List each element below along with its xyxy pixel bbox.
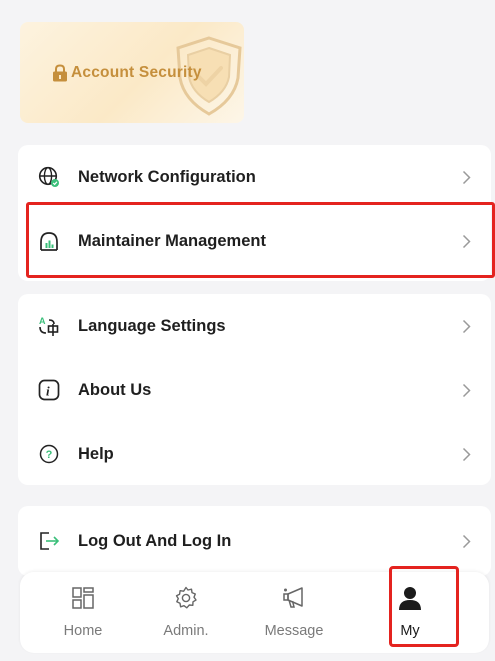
tab-admin[interactable]: Admin. xyxy=(141,572,231,653)
menu-item-about-us[interactable]: i About Us xyxy=(18,358,491,422)
menu-item-label: Log Out And Log In xyxy=(78,531,232,550)
chevron-right-icon xyxy=(462,534,471,549)
menu-item-label: Help xyxy=(78,444,114,463)
account-security-label: Account Security xyxy=(52,64,202,82)
menu-item-label: Language Settings xyxy=(78,316,226,335)
menu-item-log-out-and-log-in[interactable]: Log Out And Log In xyxy=(18,509,491,573)
maintainer-highlight-box xyxy=(26,202,495,278)
menu-item-help[interactable]: ? Help xyxy=(18,422,491,486)
language-icon: A xyxy=(39,316,59,336)
menu-item-language-settings[interactable]: A Language Settings xyxy=(18,294,491,358)
help-icon: ? xyxy=(39,444,59,464)
tab-label: Admin. xyxy=(163,623,209,639)
gear-icon xyxy=(175,586,197,609)
tab-home[interactable]: Home xyxy=(38,572,128,653)
account-security-text: Account Security xyxy=(71,64,202,81)
svg-text:?: ? xyxy=(46,449,53,461)
menu-item-network-configuration[interactable]: Network Configuration xyxy=(18,145,491,209)
chevron-right-icon xyxy=(462,447,471,462)
my-tab-highlight-box xyxy=(389,566,459,647)
menu-item-label: Network Configuration xyxy=(78,167,256,186)
info-icon: i xyxy=(38,379,60,401)
chevron-right-icon xyxy=(462,383,471,398)
menu-group-settings: A Language Settings i About Us ? Help xyxy=(18,294,491,485)
svg-text:A: A xyxy=(39,316,46,326)
lock-icon xyxy=(53,64,67,82)
globe-icon xyxy=(38,166,59,187)
chevron-right-icon xyxy=(462,319,471,334)
svg-text:i: i xyxy=(46,384,50,399)
tab-message[interactable]: Message xyxy=(249,572,339,653)
home-icon xyxy=(72,587,94,609)
account-security-card[interactable]: Account Security xyxy=(20,22,244,123)
logout-icon xyxy=(40,532,60,550)
tab-label: Message xyxy=(264,623,324,639)
megaphone-icon xyxy=(283,587,303,608)
menu-item-label: About Us xyxy=(78,380,152,399)
chevron-right-icon xyxy=(462,170,471,185)
tab-label: Home xyxy=(63,623,103,639)
